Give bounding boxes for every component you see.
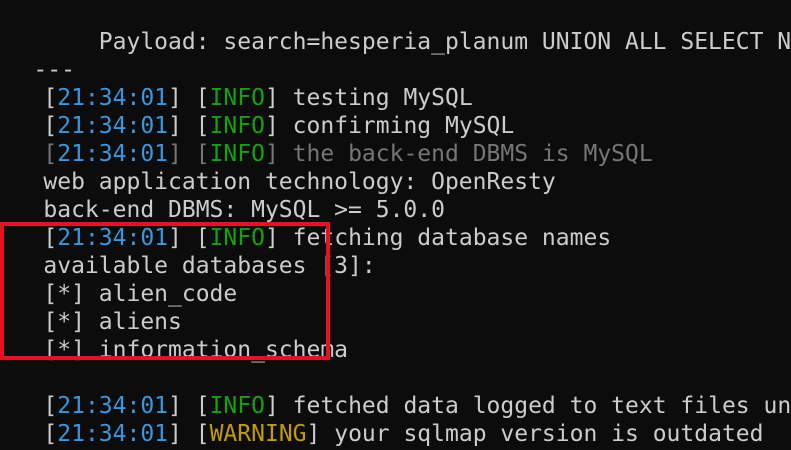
log-level-warning: WARNING — [209, 421, 307, 447]
log-line: [21:34:01] [WARNING] your sqlmap version… — [43, 421, 764, 447]
log-message: your sqlmap version is outdated — [320, 421, 764, 447]
log-line: [21:34:01] [INFO] testing MySQL — [43, 85, 473, 111]
terminal-window[interactable]: Payload: search=hesperia_planum UNION AL… — [0, 0, 791, 450]
log-timestamp: 21:34:01 — [57, 421, 169, 447]
log-line: [21:34:01] [INFO] fetching database name… — [43, 225, 612, 251]
separator-line: --- — [0, 28, 75, 83]
log-line: [21:34:01] [INFO] fetched data logged to… — [0, 364, 791, 419]
payload-text: Payload: search=hesperia_planum UNION AL… — [43, 29, 791, 55]
payload-line: Payload: search=hesperia_planum UNION AL… — [0, 0, 791, 55]
red-highlight-box — [0, 222, 330, 360]
web-tech-line: web application technology: OpenResty — [0, 140, 555, 195]
backend-dbms-line: back-end DBMS: MySQL >= 5.0.0 — [0, 168, 445, 223]
log-line: [21:34:01] [INFO] confirming MySQL — [43, 113, 515, 139]
log-line: [21:34:01] [INFO] the back-end DBMS is M… — [43, 141, 653, 167]
